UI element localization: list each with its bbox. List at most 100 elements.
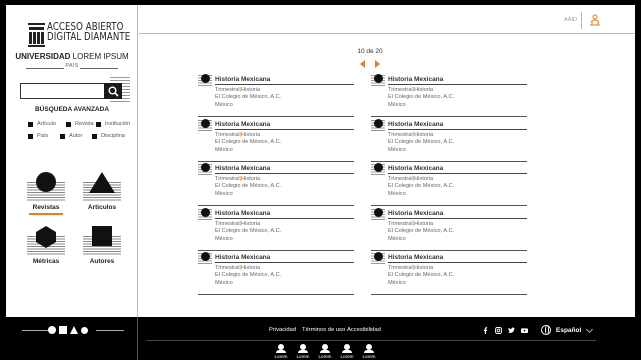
filter-autor[interactable]: Autor [60, 133, 82, 139]
language-selector[interactable]: Español [556, 327, 581, 334]
footer-link-terminos[interactable]: Términos de uso [302, 327, 345, 333]
result-title[interactable]: Historia Mexicana [388, 254, 443, 261]
result-title[interactable]: Historia Mexicana [215, 254, 270, 261]
logo-icon [28, 23, 45, 47]
filter-label: Revista [75, 121, 94, 127]
filter-disciplina[interactable]: Disciplina [92, 133, 125, 139]
advanced-search-link[interactable]: BÚSQUEDA AVANZADA [6, 106, 138, 113]
result-title[interactable]: Historia Mexicana [388, 165, 443, 172]
category-articulos[interactable]: Artículos [83, 171, 121, 211]
result-card[interactable]: Historia Mexicana Trimestral|Historia El C… [371, 208, 527, 251]
result-title[interactable]: Historia Mexicana [215, 121, 270, 128]
search-icon [108, 86, 119, 97]
triangle-icon [89, 172, 115, 193]
category-revistas[interactable]: Revistas [27, 171, 65, 215]
result-frequency-line: Trimestral|Historia [388, 132, 454, 139]
result-card[interactable]: Historia Mexicana Trimestral|Historia El C… [371, 252, 527, 295]
footer-user[interactable]: Lorem [339, 344, 355, 359]
result-card[interactable]: Historia Mexicana Trimestral|Historia El C… [371, 163, 527, 206]
result-title[interactable]: Historia Mexicana [388, 121, 443, 128]
divider [96, 330, 124, 331]
chevron-down-icon[interactable] [585, 325, 594, 334]
result-frequency: Trimestral [215, 265, 240, 271]
footer-user[interactable]: Lorem [317, 344, 333, 359]
divider [198, 205, 354, 206]
next-page-icon[interactable] [375, 60, 380, 68]
facebook-icon[interactable] [482, 327, 489, 334]
footer-user[interactable]: Lorem [295, 344, 311, 359]
result-card[interactable]: Historia Mexicana Trimestral|Historia El C… [371, 119, 527, 162]
pagination-text: 10 de 20 [357, 48, 383, 55]
search-button[interactable] [104, 83, 122, 99]
checkbox[interactable] [66, 121, 71, 127]
search-input[interactable] [20, 83, 105, 99]
filter-pais[interactable]: País [28, 133, 48, 139]
result-card[interactable]: Historia Mexicana Trimestral|Historia El C… [198, 252, 354, 295]
result-card[interactable]: Historia Mexicana Trimestral|Historia El C… [198, 208, 354, 251]
result-frequency-line: Trimestral|Historia [388, 176, 454, 183]
divider [198, 250, 354, 251]
result-frequency-line: Trimestral|Historia [388, 265, 454, 272]
prev-page-icon[interactable] [360, 60, 365, 68]
checkbox[interactable] [28, 121, 33, 127]
result-title[interactable]: Historia Mexicana [215, 165, 270, 172]
checkbox[interactable] [92, 133, 97, 139]
divider [388, 173, 527, 174]
divider [371, 116, 527, 117]
person-network-icon[interactable] [589, 14, 601, 26]
result-title[interactable]: Historia Mexicana [215, 76, 270, 83]
filter-articulo[interactable]: Artículo [28, 121, 56, 127]
filter-revista[interactable]: Revista [66, 121, 94, 127]
checkbox[interactable] [28, 133, 33, 139]
result-country: México [388, 235, 406, 242]
result-card[interactable]: Historia Mexicana Trimestral|Historia El C… [198, 163, 354, 206]
footer-user[interactable]: Lorem [273, 344, 289, 359]
result-title[interactable]: Historia Mexicana [388, 210, 443, 217]
result-frequency: Trimestral [388, 176, 413, 182]
result-card[interactable]: Historia Mexicana Trimestral|Historia El C… [198, 119, 354, 162]
result-discipline: Historia [241, 221, 261, 227]
youtube-icon[interactable] [521, 327, 528, 334]
result-frequency: Trimestral [388, 87, 413, 93]
result-frequency: Trimestral [215, 221, 240, 227]
filter-label: País [37, 133, 49, 139]
square-icon [59, 326, 67, 334]
top-bar: AAID [139, 5, 635, 34]
divider [215, 84, 354, 85]
footer-link-privacidad[interactable]: Privacidad [269, 327, 296, 333]
checkbox[interactable] [60, 133, 65, 139]
globe-icon[interactable] [541, 325, 551, 335]
result-card[interactable]: Historia Mexicana Trimestral|Historia El C… [198, 74, 354, 117]
twitter-icon[interactable] [508, 327, 515, 334]
result-meta: Trimestral|Historia El Colegio de México,… [215, 265, 281, 287]
category-autores[interactable]: Autores [83, 225, 121, 265]
checkbox[interactable] [96, 121, 101, 127]
instagram-icon[interactable] [495, 327, 502, 334]
university-name: UNIVERSIDAD LOREM IPSUM [6, 52, 138, 61]
result-title[interactable]: Historia Mexicana [388, 76, 443, 83]
category-metricas[interactable]: Métricas [27, 225, 65, 265]
result-frequency-line: Trimestral|Historia [388, 221, 454, 228]
result-card[interactable]: Historia Mexicana Trimestral|Historia El C… [371, 74, 527, 117]
user-icon-body [364, 350, 374, 353]
divider [371, 161, 527, 162]
result-frequency: Trimestral [215, 87, 240, 93]
footer-user[interactable]: Lorem [361, 344, 377, 359]
filter-label: Autor [69, 133, 83, 139]
result-meta: Trimestral|Historia El Colegio de México,… [215, 132, 281, 154]
university-country: PAIS [65, 63, 79, 69]
footer-user-label: Lorem [340, 354, 354, 359]
result-publisher: El Colegio de México, A.C. [215, 183, 282, 190]
user-label[interactable]: AAID [564, 17, 577, 23]
divider [198, 116, 354, 117]
footer-link-accesibilidad[interactable]: Accesibilidad [347, 327, 381, 333]
result-title[interactable]: Historia Mexicana [215, 210, 270, 217]
filter-institucion[interactable]: Institución [96, 121, 130, 127]
divider [371, 205, 527, 206]
user-icon-body [342, 350, 352, 353]
result-publisher: El Colegio de México, A.C. [388, 94, 455, 101]
divider [371, 294, 527, 295]
footer-user-label: Lorem [274, 354, 288, 359]
result-discipline: Historia [414, 87, 434, 93]
divider [215, 218, 354, 219]
